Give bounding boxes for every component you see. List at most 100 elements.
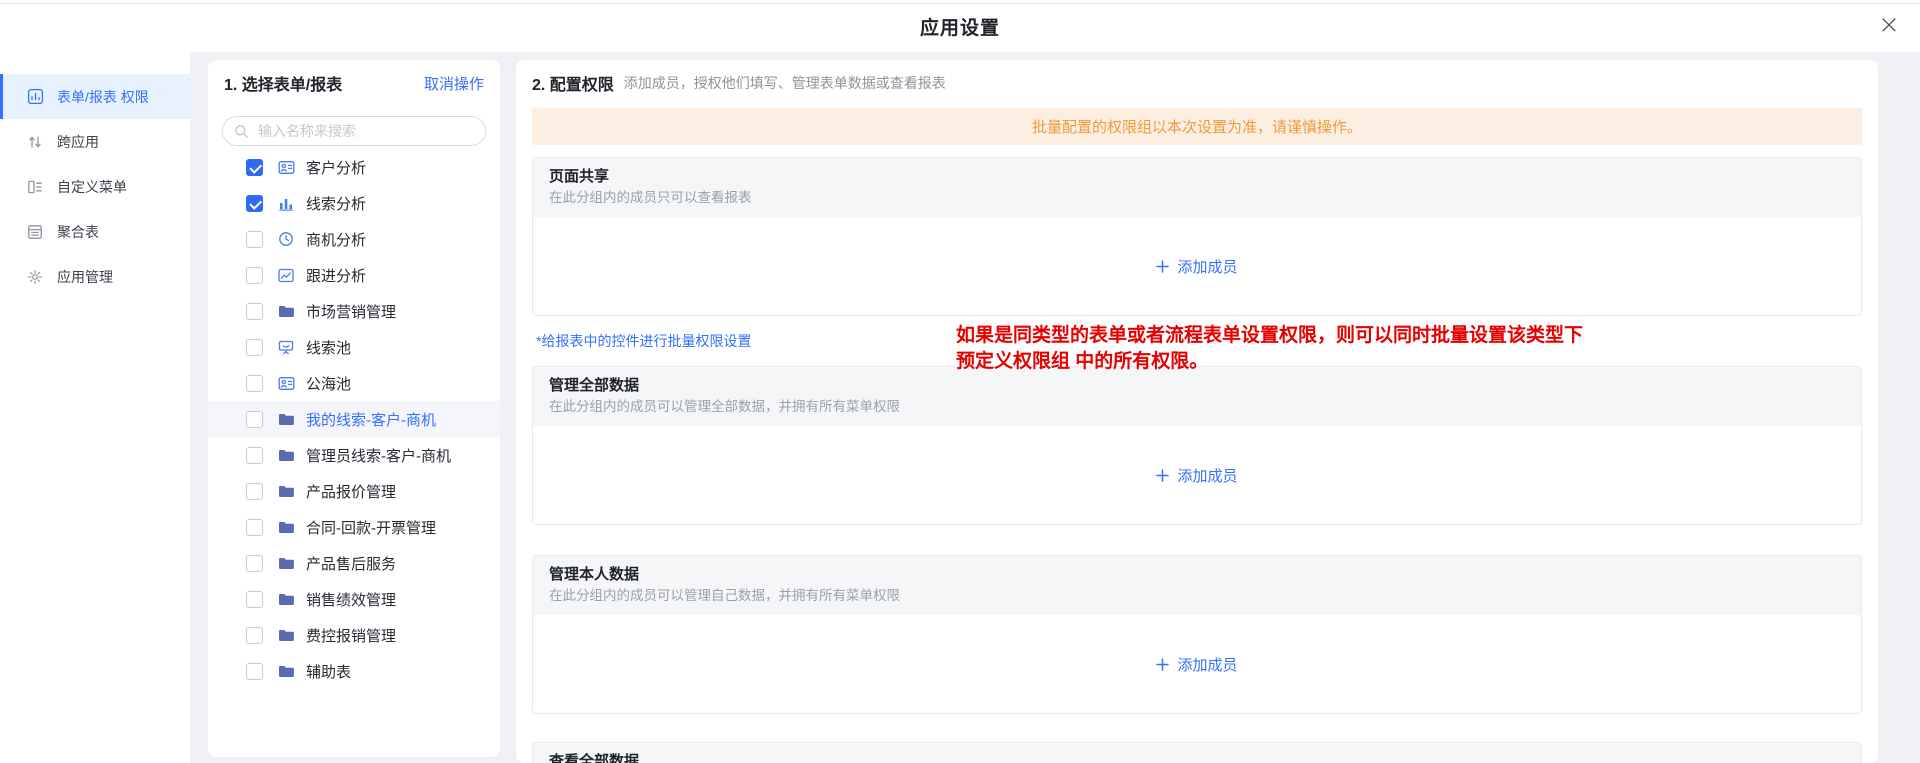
add-member-label: 添加成员	[1177, 654, 1237, 675]
add-member-button[interactable]: 添加成员	[1156, 256, 1237, 277]
group-description: 在此分组内的成员可以管理全部数据，并拥有所有菜单权限	[549, 400, 1845, 414]
form-list-item[interactable]: 客户分析	[208, 149, 500, 185]
group-description: 在此分组内的成员可以管理自己数据，并拥有所有菜单权限	[549, 589, 1845, 603]
sidebar: 表单/报表 权限 跨应用 自定义菜单 聚合表 应用管理	[0, 52, 190, 763]
form-list-label: 产品报价管理	[306, 481, 396, 502]
permission-panel: 2. 配置权限 添加成员，授权他们填写、管理表单数据或查看报表 批量配置的权限组…	[516, 60, 1878, 763]
sidebar-item-form-report-permission[interactable]: 表单/报表 权限	[0, 74, 190, 119]
sidebar-item-cross-app[interactable]: 跨应用	[0, 119, 190, 164]
form-list-item[interactable]: 产品报价管理	[208, 473, 500, 509]
form-list-label: 销售绩效管理	[306, 589, 396, 610]
sidebar-item-label: 跨应用	[57, 132, 99, 152]
form-list-item-highlighted[interactable]: 我的线索-客户-商机	[208, 401, 500, 437]
folder-icon	[276, 592, 296, 606]
batch-permission-row: *给报表中的控件进行批量权限设置	[516, 316, 1878, 366]
checkbox[interactable]	[246, 591, 263, 608]
group-card-header: 管理全部数据 在此分组内的成员可以管理全部数据，并拥有所有菜单权限	[533, 367, 1861, 426]
group-card-body: 添加成员	[533, 615, 1861, 713]
checkbox[interactable]	[246, 483, 263, 500]
form-list-item[interactable]: 跟进分析	[208, 257, 500, 293]
permission-group-card: 查看全部数据	[532, 742, 1862, 763]
group-title: 页面共享	[549, 169, 1845, 185]
sidebar-item-label: 表单/报表 权限	[57, 87, 149, 107]
form-list-item[interactable]: 市场营销管理	[208, 293, 500, 329]
checkbox[interactable]	[246, 231, 263, 248]
bar-chart-icon	[276, 196, 296, 211]
custom-menu-icon	[26, 178, 44, 196]
form-list-item[interactable]: 线索分析	[208, 185, 500, 221]
sidebar-item-label: 聚合表	[57, 222, 99, 242]
checkbox[interactable]	[246, 159, 263, 176]
form-report-icon	[26, 88, 44, 106]
group-title: 查看全部数据	[549, 754, 1845, 763]
contact-card-icon	[276, 376, 296, 391]
form-list-label: 公海池	[306, 373, 351, 394]
sidebar-item-label: 应用管理	[57, 267, 113, 287]
form-list-label: 商机分析	[306, 229, 366, 250]
checkbox[interactable]	[246, 411, 263, 428]
form-list-label: 费控报销管理	[306, 625, 396, 646]
permission-group-card: 页面共享 在此分组内的成员只可以查看报表 添加成员	[532, 157, 1862, 316]
form-select-panel: 1. 选择表单/报表 取消操作 客户分析 线索分析 商机	[208, 60, 500, 757]
folder-icon	[276, 520, 296, 534]
form-list-item[interactable]: 线索池	[208, 329, 500, 365]
checkbox[interactable]	[246, 303, 263, 320]
add-member-button[interactable]: 添加成员	[1156, 654, 1237, 675]
cancel-action-link[interactable]: 取消操作	[424, 73, 484, 94]
form-list-item[interactable]: 费控报销管理	[208, 617, 500, 653]
trend-chart-icon	[276, 268, 296, 283]
folder-icon	[276, 484, 296, 498]
add-member-button[interactable]: 添加成员	[1156, 465, 1237, 486]
group-card-body: 添加成员	[533, 426, 1861, 524]
checkbox[interactable]	[246, 555, 263, 572]
form-list-label: 客户分析	[306, 157, 366, 178]
form-list-item[interactable]: 公海池	[208, 365, 500, 401]
search-input[interactable]	[256, 122, 474, 140]
app-settings-gear-icon	[26, 268, 44, 286]
aggregate-table-icon	[26, 223, 44, 241]
group-card-body: 添加成员	[533, 217, 1861, 315]
sidebar-item-label: 自定义菜单	[57, 177, 127, 197]
close-button[interactable]: ×	[1872, 8, 1906, 42]
form-list: 客户分析 线索分析 商机分析 跟进分析 市场营销管理	[208, 146, 500, 689]
folder-icon	[276, 556, 296, 570]
form-list-item[interactable]: 产品售后服务	[208, 545, 500, 581]
group-card-header: 管理本人数据 在此分组内的成员可以管理自己数据，并拥有所有菜单权限	[533, 556, 1861, 615]
dialog-content: 表单/报表 权限 跨应用 自定义菜单 聚合表 应用管理	[0, 52, 1920, 763]
checkbox[interactable]	[246, 375, 263, 392]
checkbox[interactable]	[246, 339, 263, 356]
add-member-label: 添加成员	[1177, 256, 1237, 277]
checkbox[interactable]	[246, 627, 263, 644]
form-list-label: 辅助表	[306, 661, 351, 682]
sidebar-item-aggregate-table[interactable]: 聚合表	[0, 209, 190, 254]
cross-app-icon	[26, 133, 44, 151]
form-list-item[interactable]: 销售绩效管理	[208, 581, 500, 617]
search-box[interactable]	[222, 116, 486, 146]
folder-icon	[276, 412, 296, 426]
plus-icon	[1156, 658, 1169, 671]
group-card-header: 查看全部数据	[533, 743, 1861, 763]
form-list-item[interactable]: 商机分析	[208, 221, 500, 257]
form-list-item[interactable]: 辅助表	[208, 653, 500, 689]
contact-card-icon	[276, 160, 296, 175]
checkbox[interactable]	[246, 519, 263, 536]
folder-icon	[276, 664, 296, 678]
permission-panel-subtitle: 添加成员，授权他们填写、管理表单数据或查看报表	[624, 73, 946, 93]
form-list-label: 我的线索-客户-商机	[306, 409, 436, 430]
checkbox[interactable]	[246, 267, 263, 284]
checkbox[interactable]	[246, 447, 263, 464]
form-list-item[interactable]: 管理员线索-客户-商机	[208, 437, 500, 473]
plus-icon	[1156, 469, 1169, 482]
form-list-item[interactable]: 合同-回款-开票管理	[208, 509, 500, 545]
checkbox[interactable]	[246, 195, 263, 212]
sidebar-item-app-management[interactable]: 应用管理	[0, 254, 190, 299]
permission-panel-title: 2. 配置权限	[532, 71, 614, 95]
group-card-header: 页面共享 在此分组内的成员只可以查看报表	[533, 158, 1861, 217]
sidebar-item-custom-menu[interactable]: 自定义菜单	[0, 164, 190, 209]
batch-permission-link[interactable]: *给报表中的控件进行批量权限设置	[536, 331, 751, 351]
permission-group-card: 管理本人数据 在此分组内的成员可以管理自己数据，并拥有所有菜单权限 添加成员	[532, 555, 1862, 714]
checkbox[interactable]	[246, 663, 263, 680]
group-title: 管理全部数据	[549, 378, 1845, 394]
add-member-label: 添加成员	[1177, 465, 1237, 486]
dialog-header: 应用设置 ×	[0, 0, 1920, 52]
